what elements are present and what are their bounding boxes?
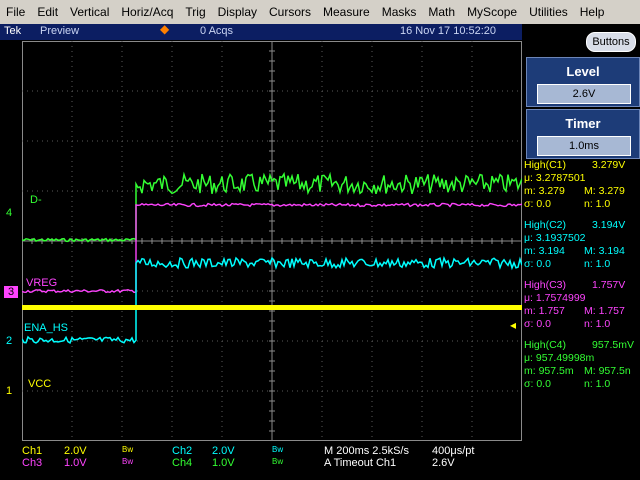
- date-time: 16 Nov 17 10:52:20: [400, 25, 497, 37]
- sample-interval: 400μs/pt: [432, 445, 475, 457]
- timer-control[interactable]: Timer 1.0ms: [526, 109, 640, 159]
- acquisition-mode: Preview: [40, 25, 80, 37]
- ch2-label: ENA_HS: [24, 322, 69, 334]
- menu-masks[interactable]: Masks: [376, 0, 423, 24]
- meas-mean: μ: 1.7574999: [524, 292, 586, 304]
- meas-min: m: 957.5m: [524, 365, 574, 377]
- ch1-waveform: [22, 305, 522, 310]
- level-value[interactable]: 2.6V: [537, 84, 631, 104]
- menu-display[interactable]: Display: [212, 0, 263, 24]
- measurement-c2: High(C2) 3.194V μ: 3.1937502 m: 3.194 M:…: [524, 219, 640, 277]
- meas-header: High(C3): [524, 279, 567, 291]
- trigger-level-arrow-icon[interactable]: ◂: [510, 318, 516, 332]
- ch4-ground-marker[interactable]: 4: [6, 207, 12, 219]
- menu-utilities[interactable]: Utilities: [523, 0, 574, 24]
- ch2-bw: Bw: [272, 445, 284, 454]
- ch4-scale: 1.0V: [212, 457, 235, 469]
- meas-sigma: σ: 0.0: [524, 198, 551, 210]
- ch1-ground-marker[interactable]: 1: [6, 385, 12, 397]
- timebase-readout[interactable]: M 200ms 2.5kS/s: [324, 445, 409, 457]
- meas-header: High(C4): [524, 339, 567, 351]
- meas-min: m: 1.757: [524, 305, 565, 317]
- ch4-bw: Bw: [272, 457, 284, 466]
- menu-edit[interactable]: Edit: [31, 0, 64, 24]
- timer-title: Timer: [565, 116, 601, 131]
- menu-cursors[interactable]: Cursors: [263, 0, 317, 24]
- trigger-readout[interactable]: A Timeout Ch1: [324, 457, 396, 469]
- timer-value[interactable]: 1.0ms: [537, 136, 631, 156]
- ch2-ground-marker[interactable]: 2: [6, 335, 12, 347]
- ch3-scale: 1.0V: [64, 457, 87, 469]
- ch3-ground-marker[interactable]: 3: [4, 286, 18, 298]
- waveform-display[interactable]: [22, 41, 522, 441]
- ch1-scale: 2.0V: [64, 445, 87, 457]
- meas-count: n: 1.0: [584, 318, 611, 330]
- ch3-bw: Bw: [122, 457, 134, 466]
- ch3-label: VREG: [26, 277, 58, 289]
- ch2-scale: 2.0V: [212, 445, 235, 457]
- menu-file[interactable]: File: [0, 0, 31, 24]
- menu-measure[interactable]: Measure: [317, 0, 376, 24]
- menu-bar: File Edit Vertical Horiz/Acq Trig Display Curs…: [0, 0, 640, 25]
- meas-header: High(C2): [524, 219, 567, 231]
- meas-value: 1.757V: [592, 279, 626, 291]
- meas-value: 3.279V: [592, 159, 626, 171]
- meas-count: n: 1.0: [584, 378, 611, 390]
- readout-bar: Ch1 2.0V Bw Ch3 1.0V Bw Ch2 2.0V Bw Ch4 …: [0, 442, 640, 480]
- buttons-button[interactable]: Buttons: [586, 32, 636, 52]
- meas-sigma: σ: 0.0: [524, 318, 551, 330]
- menu-myscope[interactable]: MyScope: [461, 0, 523, 24]
- meas-sigma: σ: 0.0: [524, 258, 551, 270]
- meas-max: M: 957.5n: [584, 365, 631, 377]
- meas-count: n: 1.0: [584, 198, 611, 210]
- acquisition-count: 0 Acqs: [200, 25, 234, 37]
- meas-value: 957.5mV: [592, 339, 635, 351]
- meas-mean: μ: 3.2787501: [524, 172, 586, 184]
- meas-max: M: 1.757: [584, 305, 625, 317]
- level-control[interactable]: Level 2.6V: [526, 57, 640, 107]
- ch4-readout[interactable]: Ch4: [172, 457, 192, 469]
- measurement-c4: High(C4) 957.5mV μ: 957.49998m m: 957.5m…: [524, 339, 640, 397]
- brand-label: Tek: [4, 25, 22, 37]
- trigger-level: 2.6V: [432, 457, 455, 469]
- meas-max: M: 3.279: [584, 185, 625, 197]
- ch1-bw: Bw: [122, 445, 134, 454]
- menu-help[interactable]: Help: [574, 0, 611, 24]
- status-bar: Tek Preview 0 Acqs 16 Nov 17 10:52:20 ◆: [0, 22, 526, 40]
- meas-sigma: σ: 0.0: [524, 378, 551, 390]
- meas-max: M: 3.194: [584, 245, 625, 257]
- ch1-readout[interactable]: Ch1: [22, 445, 42, 457]
- menu-vertical[interactable]: Vertical: [64, 0, 115, 24]
- ch1-label: VCC: [28, 378, 52, 390]
- meas-value: 3.194V: [592, 219, 626, 231]
- meas-min: m: 3.194: [524, 245, 565, 257]
- menu-math[interactable]: Math: [422, 0, 461, 24]
- trigger-position-marker-icon: ◆: [160, 22, 170, 36]
- menu-trig[interactable]: Trig: [179, 0, 211, 24]
- level-title: Level: [566, 64, 600, 79]
- meas-mean: μ: 3.1937502: [524, 232, 586, 244]
- ch2-readout[interactable]: Ch2: [172, 445, 192, 457]
- measurement-c3: High(C3) 1.757V μ: 1.7574999 m: 1.757 M:…: [524, 279, 640, 337]
- ch3-readout[interactable]: Ch3: [22, 457, 42, 469]
- meas-count: n: 1.0: [584, 258, 611, 270]
- measurement-c1: High(C1) 3.279V μ: 3.2787501 m: 3.279 M:…: [524, 159, 640, 217]
- menu-horiz-acq[interactable]: Horiz/Acq: [115, 0, 179, 24]
- meas-header: High(C1): [524, 159, 567, 171]
- meas-mean: μ: 957.49998m: [524, 352, 595, 364]
- ch4-label: D-: [30, 194, 42, 206]
- meas-min: m: 3.279: [524, 185, 565, 197]
